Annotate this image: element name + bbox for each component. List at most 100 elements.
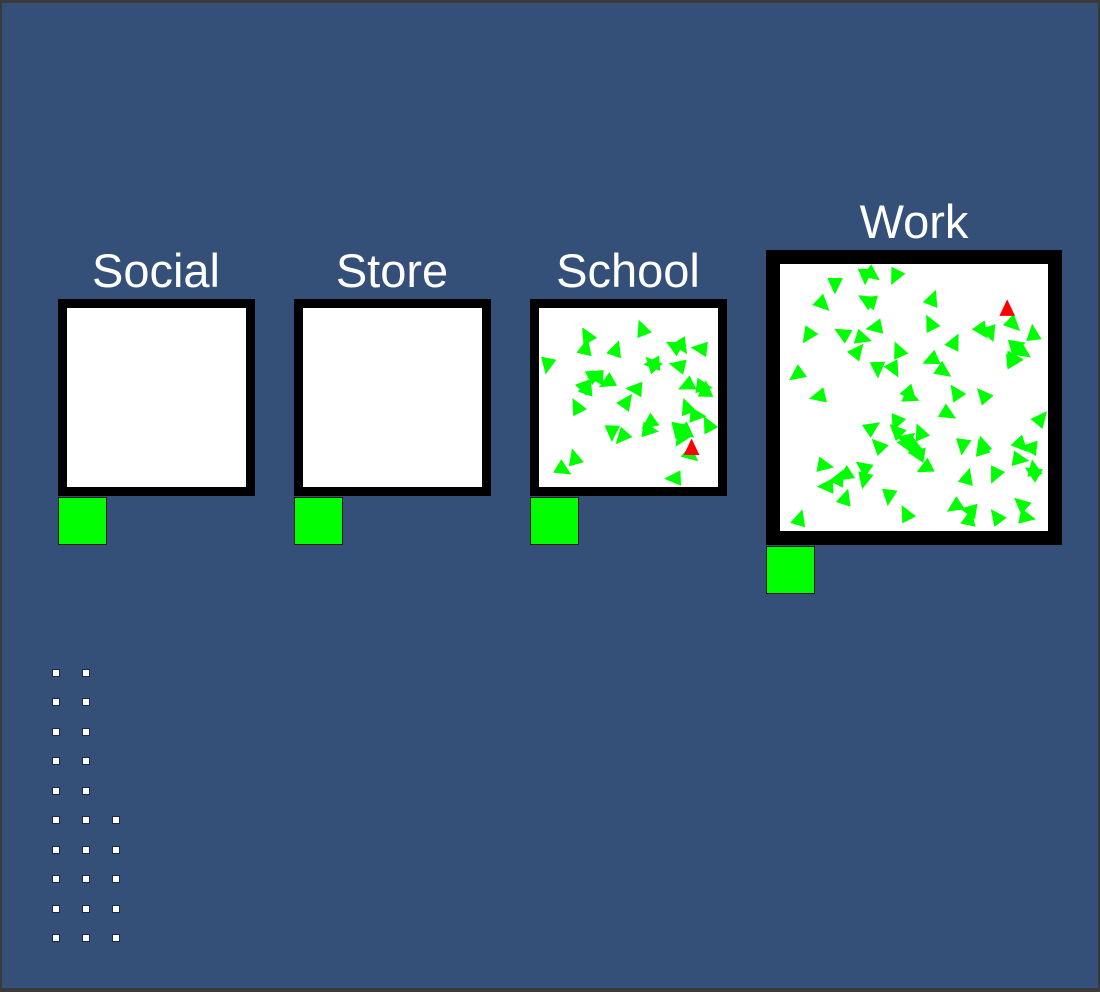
- agent-healthy: [582, 327, 598, 346]
- agent-healthy: [690, 341, 708, 358]
- counter-dot: [52, 845, 60, 854]
- agent-healthy: [606, 340, 621, 359]
- counter-dot: [82, 904, 90, 913]
- counter-dot: [82, 698, 90, 706]
- room-store: [294, 299, 491, 496]
- agent-healthy: [957, 467, 973, 486]
- counter-dot: [112, 875, 120, 883]
- location-label-social: Social: [91, 244, 220, 297]
- counter-dot: [52, 698, 60, 706]
- counter-dot: [112, 816, 120, 824]
- counter-dot: [52, 757, 60, 765]
- agents-work: [789, 264, 1047, 528]
- agent-healthy: [883, 359, 899, 378]
- counter-dot: [52, 786, 60, 795]
- agent-healthy: [664, 470, 682, 486]
- agent-healthy: [812, 293, 830, 311]
- agent-healthy: [637, 319, 652, 338]
- agent-healthy: [865, 318, 884, 334]
- agent-healthy: [1011, 450, 1030, 466]
- agent-healthy: [847, 343, 864, 362]
- agent-healthy: [790, 509, 806, 528]
- agent-healthy: [926, 314, 941, 333]
- agent-healthy: [990, 509, 1007, 527]
- agent-healthy: [615, 426, 633, 445]
- agent-healthy: [901, 505, 917, 524]
- door-social: [58, 497, 107, 545]
- counter-dot: [112, 904, 120, 913]
- agent-healthy: [641, 412, 660, 429]
- agent-healthy: [922, 349, 941, 365]
- agents-school: [541, 319, 718, 486]
- agent-healthy: [1002, 314, 1021, 332]
- location-label-school: School: [556, 244, 700, 297]
- counter-dot: [52, 904, 60, 913]
- counter-dot: [82, 786, 90, 795]
- counter-dot: [82, 727, 90, 736]
- location-label-store: Store: [335, 244, 449, 297]
- counter-dot: [52, 816, 60, 824]
- agent-healthy: [871, 438, 889, 456]
- agent-healthy: [946, 496, 965, 512]
- agent-healthy: [1010, 434, 1028, 452]
- agent-healthy: [616, 393, 633, 412]
- agent-healthy: [809, 387, 827, 403]
- counter-dot: [52, 668, 60, 677]
- agent-healthy: [668, 359, 687, 375]
- agent-healthy: [950, 384, 967, 403]
- agent-healthy: [572, 398, 587, 417]
- agent-healthy: [944, 333, 959, 352]
- agent-healthy: [816, 456, 835, 472]
- agent-healthy: [703, 416, 718, 435]
- agent-infected: [999, 299, 1015, 316]
- counter-dot: [82, 875, 90, 883]
- counter-dot: [52, 727, 60, 736]
- agent-infected: [683, 438, 700, 455]
- room-work: [766, 250, 1062, 545]
- agents-social: [67, 308, 246, 487]
- agent-healthy: [802, 325, 819, 344]
- counter-dot: [82, 757, 90, 765]
- agent-healthy: [862, 422, 880, 438]
- agent-healthy: [553, 459, 572, 475]
- agent-healthy: [922, 289, 938, 308]
- location-label-work: Work: [859, 195, 969, 248]
- counter-dot: [82, 934, 90, 942]
- agent-healthy: [869, 361, 886, 379]
- counter-dot: [82, 845, 90, 854]
- agent-healthy: [1030, 411, 1047, 429]
- agent-healthy: [625, 381, 643, 398]
- counter-dot: [112, 934, 120, 942]
- simulation-canvas: Social Store School Work: [2, 3, 1098, 988]
- agent-healthy: [816, 478, 834, 494]
- agent-healthy: [853, 328, 872, 344]
- agent-healthy: [1026, 323, 1042, 341]
- agent-healthy: [789, 364, 807, 381]
- agent-healthy: [977, 388, 994, 406]
- door-school: [530, 497, 579, 545]
- counter-dot: [112, 845, 120, 854]
- agent-healthy: [835, 488, 851, 507]
- agent-healthy: [827, 277, 843, 295]
- agent-healthy: [937, 403, 957, 419]
- room-social: [58, 299, 255, 496]
- agent-healthy: [834, 328, 853, 344]
- agent-healthy: [991, 465, 1006, 484]
- counter-dot: [82, 668, 90, 677]
- agent-healthy: [894, 341, 909, 360]
- counter-dot: [52, 934, 60, 942]
- counter-dot: [82, 816, 90, 824]
- agent-healthy: [882, 488, 898, 507]
- agent-healthy: [977, 435, 993, 454]
- agent-healthy: [678, 375, 697, 390]
- agent-healthy: [956, 438, 972, 456]
- door-work: [766, 546, 815, 594]
- agent-healthy: [541, 356, 557, 375]
- agent-healthy: [568, 448, 584, 467]
- room-school: [530, 299, 727, 496]
- agent-healthy: [891, 266, 906, 285]
- door-store: [294, 497, 343, 545]
- agents-store: [303, 308, 482, 487]
- agent-healthy: [915, 423, 931, 442]
- counter-dot: [52, 875, 60, 883]
